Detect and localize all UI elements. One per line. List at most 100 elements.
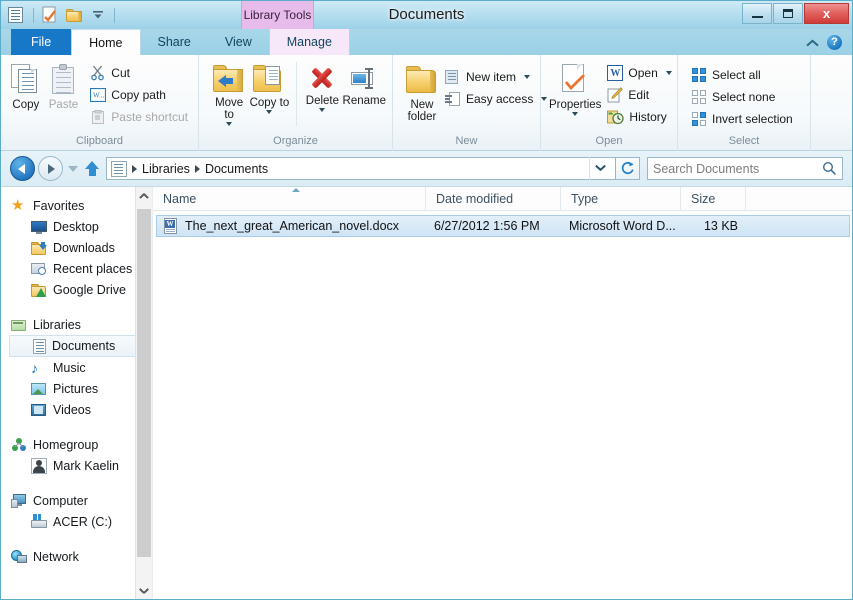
- cut-button[interactable]: Cut: [86, 62, 192, 84]
- customize-qat-icon[interactable]: [88, 5, 108, 25]
- address-bar: Libraries Documents Search Documents: [1, 151, 852, 186]
- table-row[interactable]: W The_next_great_American_novel.docx 6/2…: [156, 215, 850, 237]
- maximize-button[interactable]: [773, 3, 803, 24]
- breadcrumb-separator-1[interactable]: [132, 164, 137, 173]
- sidebar-label-documents: Documents: [52, 339, 116, 353]
- properties-icon[interactable]: [7, 5, 27, 25]
- sidebar-item-recent-places[interactable]: Recent places: [1, 258, 152, 279]
- forward-arrow-icon: [48, 163, 55, 174]
- column-header-filler: [746, 187, 852, 211]
- move-to-button[interactable]: Move to: [209, 60, 249, 130]
- cell-size: 13 KB: [703, 219, 738, 233]
- ribbon-group-clipboard: Copy Paste Cut W... Copy path Paste shor…: [1, 55, 199, 151]
- search-input[interactable]: Search Documents: [647, 157, 843, 180]
- copy-button[interactable]: Copy: [7, 60, 45, 130]
- sidebar-item-libraries[interactable]: Libraries: [1, 314, 152, 335]
- column-header-name[interactable]: Name: [153, 186, 426, 211]
- sidebar-item-acer-c[interactable]: ACER (C:): [1, 511, 152, 532]
- new-item-button[interactable]: New item: [441, 66, 551, 88]
- user-icon: [31, 457, 47, 474]
- minimize-button[interactable]: [742, 3, 772, 24]
- tab-file[interactable]: File: [11, 29, 72, 55]
- refresh-button[interactable]: [616, 157, 640, 180]
- delete-button[interactable]: Delete: [302, 60, 342, 130]
- tab-manage[interactable]: Manage: [268, 29, 350, 55]
- sidebar-item-music[interactable]: ♪ Music: [1, 357, 152, 378]
- up-button[interactable]: [83, 156, 101, 181]
- breadcrumb-separator-2[interactable]: [194, 164, 200, 173]
- ribbon-tab-strip: File Home Share View Manage ?: [1, 29, 852, 55]
- delete-chevron-down-icon[interactable]: [319, 108, 326, 112]
- breadcrumb-libraries[interactable]: Libraries: [139, 162, 193, 176]
- paste-shortcut-button[interactable]: Paste shortcut: [86, 106, 192, 128]
- select-none-label: Select none: [712, 90, 776, 104]
- group-label-new: New: [455, 135, 478, 147]
- explorer-body: ★ Favorites Desktop Downloads Recent pla…: [1, 186, 852, 599]
- forward-button[interactable]: [38, 156, 63, 181]
- new-document-check-icon[interactable]: [40, 5, 60, 25]
- tab-share[interactable]: Share: [141, 29, 208, 55]
- tab-view[interactable]: View: [208, 29, 269, 55]
- copy-path-button[interactable]: W... Copy path: [86, 84, 192, 106]
- breadcrumb-documents[interactable]: Documents: [202, 162, 271, 176]
- new-folder-icon[interactable]: [64, 5, 84, 25]
- scroll-down-button[interactable]: [136, 582, 152, 599]
- sidebar-item-documents[interactable]: Documents: [9, 335, 148, 357]
- copy-to-label: Copy to: [249, 97, 290, 109]
- sidebar-label-recent-places: Recent places: [53, 261, 133, 276]
- file-rows[interactable]: W The_next_great_American_novel.docx 6/2…: [153, 211, 852, 599]
- open-button[interactable]: W Open: [603, 62, 675, 84]
- ribbon-group-organize: Move to Copy to Delete Rename Organize: [199, 55, 393, 151]
- copy-to-chevron-down-icon[interactable]: [266, 110, 273, 114]
- close-button[interactable]: x: [804, 3, 849, 24]
- new-folder-button[interactable]: New folder: [405, 60, 439, 130]
- properties-chevron-down-icon[interactable]: [572, 112, 579, 116]
- address-dropdown-button[interactable]: [589, 157, 611, 180]
- maximize-icon: [783, 9, 793, 18]
- rename-button[interactable]: Rename: [343, 60, 386, 130]
- column-header-size[interactable]: Size: [681, 186, 746, 211]
- move-to-chevron-down-icon[interactable]: [226, 122, 233, 126]
- scrollbar-thumb[interactable]: [137, 209, 151, 557]
- invert-selection-button[interactable]: Invert selection: [688, 108, 797, 130]
- sidebar-item-pictures[interactable]: Pictures: [1, 378, 152, 399]
- column-header-date-modified[interactable]: Date modified: [426, 186, 561, 211]
- easy-access-button[interactable]: Easy access: [441, 88, 551, 110]
- sidebar-item-homegroup[interactable]: Homegroup: [1, 434, 152, 455]
- edit-label: Edit: [628, 88, 650, 102]
- edit-button[interactable]: Edit: [603, 84, 675, 106]
- select-all-button[interactable]: Select all: [688, 64, 797, 86]
- breadcrumb[interactable]: Libraries Documents: [106, 157, 616, 180]
- scroll-up-button[interactable]: [136, 187, 152, 204]
- copy-to-button[interactable]: Copy to: [249, 60, 289, 130]
- title-bar: Library Tools Documents x: [1, 1, 852, 29]
- tab-home[interactable]: Home: [71, 29, 141, 55]
- recent-locations-button[interactable]: [65, 156, 81, 181]
- navigation-scrollbar[interactable]: [135, 187, 152, 599]
- new-item-chevron-down-icon[interactable]: [524, 75, 531, 79]
- sidebar-item-google-drive[interactable]: Google Drive: [1, 279, 152, 300]
- copy-path-label: Copy path: [111, 88, 166, 102]
- back-button[interactable]: [10, 156, 35, 181]
- qat-separator-2: [114, 7, 115, 23]
- select-none-button[interactable]: Select none: [688, 86, 797, 108]
- history-button[interactable]: History: [603, 106, 675, 128]
- column-header-type[interactable]: Type: [561, 186, 681, 211]
- up-arrow-stem: [88, 168, 96, 176]
- sidebar-item-desktop[interactable]: Desktop: [1, 216, 152, 237]
- sidebar-item-network[interactable]: Network: [1, 546, 152, 567]
- sidebar-item-videos[interactable]: Videos: [1, 399, 152, 420]
- paste-shortcut-icon: [90, 109, 106, 125]
- sidebar-item-computer[interactable]: Computer: [1, 490, 152, 511]
- help-icon[interactable]: ?: [827, 34, 842, 50]
- open-chevron-down-icon[interactable]: [665, 71, 672, 75]
- history-label: History: [629, 110, 667, 124]
- sidebar-item-favorites[interactable]: ★ Favorites: [1, 195, 152, 216]
- sidebar-item-mark-kaelin[interactable]: Mark Kaelin: [1, 455, 152, 476]
- paste-button[interactable]: Paste: [45, 60, 83, 130]
- sidebar-item-downloads[interactable]: Downloads: [1, 237, 152, 258]
- collapse-ribbon-icon[interactable]: [807, 39, 818, 46]
- search-icon: [822, 161, 836, 175]
- sidebar-gap-2: [1, 420, 152, 434]
- properties-button[interactable]: Properties: [549, 60, 601, 130]
